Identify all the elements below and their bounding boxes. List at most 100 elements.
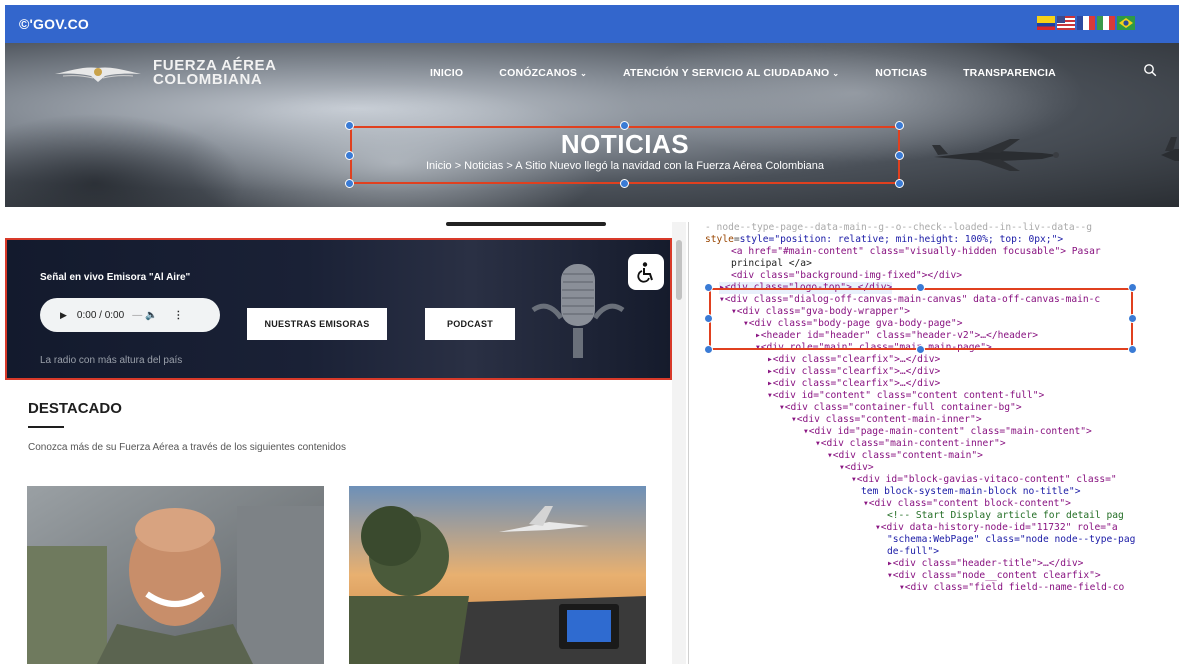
dom-line[interactable]: ▾<div data-history-node-id="11732" role=…: [875, 522, 1118, 534]
dom-line-text: ▾<div id="content" class="content conten…: [767, 390, 1045, 401]
govco-bar: ©'GOV.CO: [5, 5, 1179, 43]
dom-line[interactable]: ▾<div class="content block-content">: [863, 498, 1071, 510]
govco-logo[interactable]: ©'GOV.CO: [19, 16, 89, 32]
dom-line-text: ▾<div id="page-main-content" class="main…: [803, 426, 1092, 437]
flag-france-icon[interactable]: [1077, 16, 1095, 30]
brand-name: FUERZA AÉREA COLOMBIANA: [153, 58, 277, 87]
dom-line[interactable]: ▸<div class="clearfix">…</div>: [767, 354, 940, 366]
dom-line-text: ▾<div>: [839, 462, 874, 473]
eagle-logo-icon: [55, 67, 141, 82]
nav-conozcanos[interactable]: CONÓZCANOS ⌄: [499, 67, 587, 79]
dom-line[interactable]: ▾<div class="container-full container-bg…: [779, 402, 1022, 414]
nav-conozcanos-label: CONÓZCANOS: [499, 67, 578, 79]
dom-line-text: ▾<div class="content-main">: [827, 450, 983, 461]
resize-handle[interactable]: [345, 179, 354, 188]
dom-line[interactable]: ▸<div class="clearfix">…</div>: [767, 378, 940, 390]
featured-card-image[interactable]: [349, 486, 646, 664]
nav-atencion[interactable]: ATENCIÓN Y SERVICIO AL CIUDADANO ⌄: [623, 67, 839, 79]
dom-line-text: ▾<div class="field field--name-field-co: [899, 582, 1125, 593]
header-edge: [446, 222, 606, 226]
dom-line[interactable]: ▸<div class="clearfix">…</div>: [767, 366, 940, 378]
resize-handle[interactable]: [916, 345, 925, 354]
dom-line[interactable]: tem block-system-main-block no-title">: [861, 486, 1081, 498]
resize-handle[interactable]: [895, 179, 904, 188]
screenshot-root: ©'GOV.CO FUERZA AÉREA COLOMBIANA INICIO …: [0, 0, 1179, 664]
dom-line-text: ▾<div id="block-gavias-vitaco-content" c…: [851, 474, 1117, 485]
breadcrumb[interactable]: Inicio > Noticias > A Sitio Nuevo llegó …: [350, 160, 900, 172]
dom-line[interactable]: ▾<div class="node__content clearfix">: [887, 570, 1101, 582]
dom-line-text: ▾<div class="node__content clearfix">: [887, 570, 1101, 581]
page-title: NOTICIAS: [560, 129, 690, 159]
main-nav: INICIO CONÓZCANOS ⌄ ATENCIÓN Y SERVICIO A…: [430, 67, 1092, 79]
dom-line-text: de-full">: [887, 546, 939, 557]
audio-player[interactable]: ▶ 0:00 / 0:00 — 🔈 ⋮: [40, 298, 220, 332]
page-content: Señal en vivo Emisora "Al Aire" ▶ 0:00 /…: [5, 222, 672, 664]
resize-handle[interactable]: [620, 179, 629, 188]
dom-line[interactable]: ▾<div class="main-content-inner">: [815, 438, 1006, 450]
dom-line-text: ▸<div class="header-title">…</div>: [887, 558, 1084, 569]
accessibility-icon[interactable]: [628, 254, 664, 290]
resize-handle[interactable]: [1128, 345, 1137, 354]
dom-line[interactable]: ▾<div class="content-main-inner">: [791, 414, 982, 426]
dom-line[interactable]: ▾<div class="content-main">: [827, 450, 983, 462]
dom-line[interactable]: style=style="position: relative; min-hei…: [705, 234, 1063, 246]
resize-handle[interactable]: [1128, 283, 1137, 292]
dom-line[interactable]: ▾<div id="content" class="content conten…: [767, 390, 1044, 402]
flag-italy-icon[interactable]: [1097, 16, 1115, 30]
dom-line[interactable]: ▾<div class="field field--name-field-co: [899, 582, 1124, 594]
aircraft-image: [1161, 137, 1179, 161]
dom-line[interactable]: ▸<div class="header-title">…</div>: [887, 558, 1083, 570]
hero-banner: FUERZA AÉREA COLOMBIANA INICIO CONÓZCANO…: [5, 43, 1179, 207]
devtools-elements-panel: - node--type-page--data-main--g--o--chec…: [688, 222, 1179, 664]
volume-icon[interactable]: — 🔈: [132, 310, 157, 321]
dom-line-text: style="position: relative; min-height: 1…: [739, 234, 1064, 245]
nav-atencion-label: ATENCIÓN Y SERVICIO AL CIUDADANO: [623, 67, 830, 79]
dom-line[interactable]: principal </a>: [731, 258, 812, 270]
podcast-button[interactable]: PODCAST: [425, 308, 515, 340]
language-flags: [1037, 16, 1135, 30]
play-icon[interactable]: ▶: [60, 310, 67, 321]
section-title: DESTACADO: [28, 400, 122, 417]
radio-banner: Señal en vivo Emisora "Al Aire" ▶ 0:00 /…: [5, 238, 672, 380]
radio-tagline: La radio con más altura del país: [40, 355, 183, 366]
section-subtitle: Conozca más de su Fuerza Aérea a través …: [28, 442, 346, 453]
scrollbar-thumb[interactable]: [676, 240, 682, 300]
resize-handle[interactable]: [916, 283, 925, 292]
resize-handle[interactable]: [704, 314, 713, 323]
resize-handle[interactable]: [1128, 314, 1137, 323]
resize-handle[interactable]: [704, 283, 713, 292]
nav-inicio[interactable]: INICIO: [430, 67, 463, 79]
chevron-down-icon: ⌄: [832, 69, 840, 78]
flag-usa-icon[interactable]: [1057, 16, 1075, 30]
dom-line[interactable]: de-full">: [887, 546, 939, 558]
nuestras-emisoras-button[interactable]: NUESTRAS EMISORAS: [247, 308, 387, 340]
flag-colombia-icon[interactable]: [1037, 16, 1055, 30]
dom-line[interactable]: "schema:WebPage" class="node node--type-…: [887, 534, 1135, 546]
dom-line-text: ▾<div data-history-node-id="11732" role=…: [875, 522, 1118, 533]
flag-brazil-icon[interactable]: [1117, 16, 1135, 30]
more-options-icon[interactable]: ⋮: [173, 310, 183, 321]
dom-line-text: ▸<div class="clearfix">…</div>: [767, 354, 941, 365]
resize-handle[interactable]: [704, 345, 713, 354]
brand-logo[interactable]: FUERZA AÉREA COLOMBIANA: [53, 58, 277, 87]
dom-line[interactable]: <!-- Start Display article for detail pa…: [887, 510, 1124, 522]
dom-line[interactable]: ▾<div>: [839, 462, 874, 474]
section-divider: [28, 426, 64, 428]
dom-line-text: ▸<div class="clearfix">…</div>: [767, 378, 941, 389]
dom-line[interactable]: ▾<div id="block-gavias-vitaco-content" c…: [851, 474, 1117, 486]
dom-line-text: principal </a>: [731, 258, 812, 269]
nav-transparencia[interactable]: TRANSPARENCIA: [963, 67, 1056, 79]
inspector-selection-box: [709, 288, 1133, 350]
dom-line-text: ▾<div class="content block-content">: [863, 498, 1071, 509]
dom-line[interactable]: ▾<div id="page-main-content" class="main…: [803, 426, 1092, 438]
audio-time: 0:00 / 0:00: [76, 309, 125, 321]
featured-card-image[interactable]: [27, 486, 324, 664]
dom-line-text: ▾<div class="content-main-inner">: [791, 414, 982, 425]
dom-line[interactable]: - node--type-page--data-main--g--o--chec…: [705, 222, 1092, 234]
nav-noticias[interactable]: NOTICIAS: [875, 67, 927, 79]
dom-line-text: <!-- Start Display article for detail pa…: [887, 510, 1124, 521]
dom-line[interactable]: <a href="#main-content" class="visually-…: [731, 246, 1101, 258]
dom-line[interactable]: <div class="background-img-fixed"></div>: [731, 270, 962, 282]
search-icon[interactable]: [1143, 63, 1157, 77]
chevron-down-icon: ⌄: [580, 69, 588, 78]
